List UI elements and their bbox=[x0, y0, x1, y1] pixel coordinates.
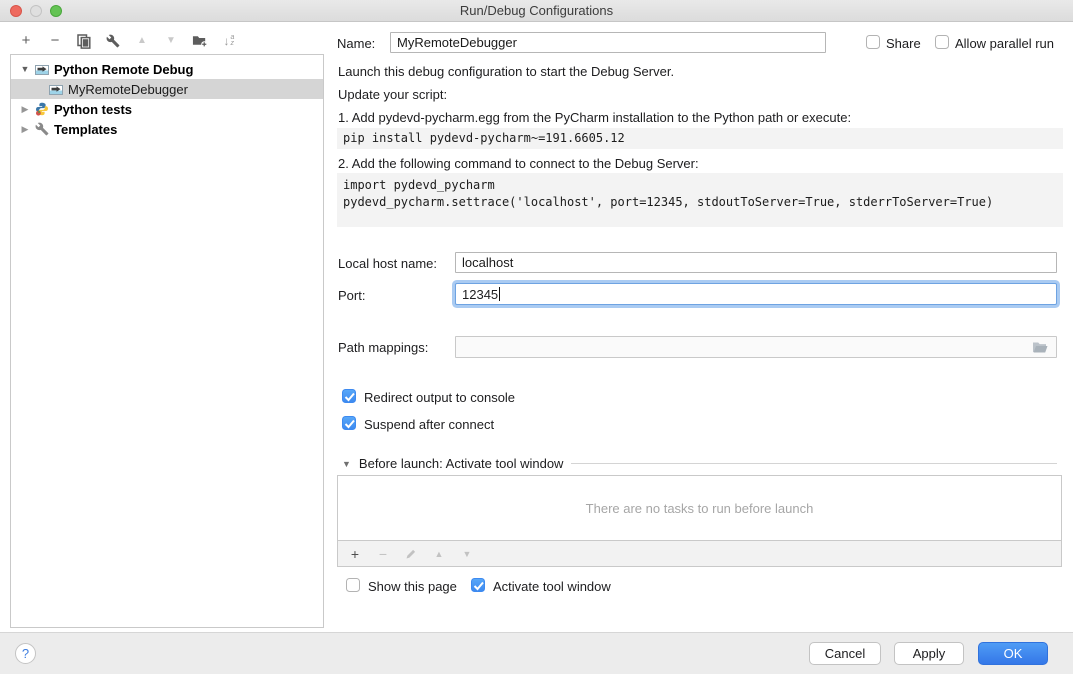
minimize-button bbox=[30, 5, 42, 17]
tree-item-python-remote-debug[interactable]: ▼ Python Remote Debug bbox=[11, 59, 323, 79]
create-folder-button[interactable] bbox=[192, 33, 208, 49]
apply-button[interactable]: Apply bbox=[894, 642, 964, 665]
expand-arrow-icon[interactable]: ▶ bbox=[19, 104, 31, 115]
settrace-code: import pydevd_pycharm pydevd_pycharm.set… bbox=[337, 173, 1063, 227]
run-debug-configurations-dialog: Run/Debug Configurations + − ▲ ▼ bbox=[0, 0, 1073, 674]
allow-parallel-run-checkbox[interactable] bbox=[935, 35, 949, 49]
window-title: Run/Debug Configurations bbox=[0, 0, 1073, 22]
code-line-2: pydevd_pycharm.settrace('localhost', por… bbox=[343, 194, 1057, 211]
tree-item-label: Templates bbox=[54, 122, 117, 137]
move-task-down-button: ▼ bbox=[460, 547, 474, 561]
code-line-1: import pydevd_pycharm bbox=[343, 177, 1057, 194]
show-this-page-label: Show this page bbox=[368, 579, 457, 594]
local-host-input[interactable] bbox=[455, 252, 1057, 273]
tree-item-label: MyRemoteDebugger bbox=[68, 82, 188, 97]
help-button[interactable]: ? bbox=[15, 643, 36, 664]
tree-item-myremotedebugger[interactable]: MyRemoteDebugger bbox=[11, 79, 323, 99]
edit-task-button bbox=[404, 547, 418, 561]
activate-tool-window-checkbox[interactable] bbox=[471, 578, 485, 592]
ok-button[interactable]: OK bbox=[978, 642, 1048, 665]
redirect-output-label: Redirect output to console bbox=[364, 390, 515, 405]
close-button[interactable] bbox=[10, 5, 22, 17]
collapse-arrow-icon[interactable]: ▼ bbox=[342, 459, 351, 469]
python-tests-icon bbox=[33, 102, 51, 116]
empty-tasks-text: There are no tasks to run before launch bbox=[586, 501, 814, 516]
before-launch-tasks-list: There are no tasks to run before launch bbox=[337, 475, 1062, 541]
name-label: Name: bbox=[337, 36, 375, 51]
remote-debug-icon bbox=[47, 83, 65, 96]
sort-letter-z: z bbox=[231, 41, 235, 47]
update-script-text: Update your script: bbox=[338, 87, 447, 102]
remote-debug-icon bbox=[33, 63, 51, 76]
edit-templates-button[interactable] bbox=[105, 33, 121, 49]
share-label: Share bbox=[886, 36, 921, 51]
before-launch-title: Before launch: Activate tool window bbox=[359, 456, 564, 471]
path-mappings-label: Path mappings: bbox=[338, 340, 428, 355]
dialog-footer: ? Cancel Apply OK bbox=[0, 632, 1073, 674]
copy-configuration-button[interactable] bbox=[76, 33, 92, 49]
before-launch-header: ▼ Before launch: Activate tool window bbox=[342, 456, 1057, 471]
redirect-output-checkbox[interactable] bbox=[342, 389, 356, 403]
expand-arrow-icon[interactable]: ▼ bbox=[19, 64, 31, 74]
remove-configuration-button[interactable]: − bbox=[47, 33, 63, 49]
tasks-toolbar: + − ▲ ▼ bbox=[337, 541, 1062, 567]
zoom-button[interactable] bbox=[50, 5, 62, 17]
sort-arrow-icon: ↓ bbox=[224, 33, 230, 49]
configurations-tree: ▼ Python Remote Debug MyRemoteDebugger bbox=[10, 54, 324, 628]
title-bar: Run/Debug Configurations bbox=[0, 0, 1073, 22]
divider bbox=[571, 463, 1057, 464]
expand-arrow-icon[interactable]: ▶ bbox=[19, 124, 31, 135]
pip-command-text: pip install pydevd-pycharm~=191.6605.12 bbox=[343, 130, 1057, 147]
sort-configurations-button[interactable]: ↓ a z bbox=[221, 33, 237, 49]
browse-folder-icon[interactable] bbox=[1031, 340, 1051, 355]
activate-tool-window-label: Activate tool window bbox=[493, 579, 611, 594]
port-label: Port: bbox=[338, 288, 365, 303]
add-configuration-button[interactable]: + bbox=[18, 33, 34, 49]
tree-item-templates[interactable]: ▶ Templates bbox=[11, 119, 323, 139]
show-this-page-checkbox[interactable] bbox=[346, 578, 360, 592]
tree-item-label: Python tests bbox=[54, 102, 132, 117]
configuration-form: Name: Share Allow parallel run Launch th… bbox=[337, 22, 1063, 632]
step1-text: 1. Add pydevd-pycharm.egg from the PyCha… bbox=[338, 110, 851, 125]
suspend-after-connect-label: Suspend after connect bbox=[364, 417, 494, 432]
move-up-button: ▲ bbox=[134, 33, 150, 49]
port-input[interactable]: 12345 bbox=[455, 283, 1057, 305]
text-caret bbox=[499, 287, 500, 301]
tree-item-label: Python Remote Debug bbox=[54, 62, 193, 77]
tree-item-python-tests[interactable]: ▶ Python tests bbox=[11, 99, 323, 119]
configurations-toolbar: + − ▲ ▼ ↓ a bbox=[18, 31, 237, 51]
path-mappings-field bbox=[455, 336, 1057, 358]
name-input[interactable] bbox=[390, 32, 826, 53]
wrench-icon bbox=[33, 122, 51, 136]
share-checkbox[interactable] bbox=[866, 35, 880, 49]
intro-text: Launch this debug configuration to start… bbox=[338, 64, 674, 79]
allow-parallel-run-label: Allow parallel run bbox=[955, 36, 1054, 51]
cancel-button[interactable]: Cancel bbox=[809, 642, 881, 665]
port-value: 12345 bbox=[462, 287, 498, 302]
pip-command-code: pip install pydevd-pycharm~=191.6605.12 bbox=[337, 128, 1063, 149]
add-task-button[interactable]: + bbox=[348, 547, 362, 561]
remove-task-button: − bbox=[376, 547, 390, 561]
suspend-after-connect-checkbox[interactable] bbox=[342, 416, 356, 430]
move-task-up-button: ▲ bbox=[432, 547, 446, 561]
move-down-button: ▼ bbox=[163, 33, 179, 49]
step2-text: 2. Add the following command to connect … bbox=[338, 156, 699, 171]
local-host-label: Local host name: bbox=[338, 256, 437, 271]
